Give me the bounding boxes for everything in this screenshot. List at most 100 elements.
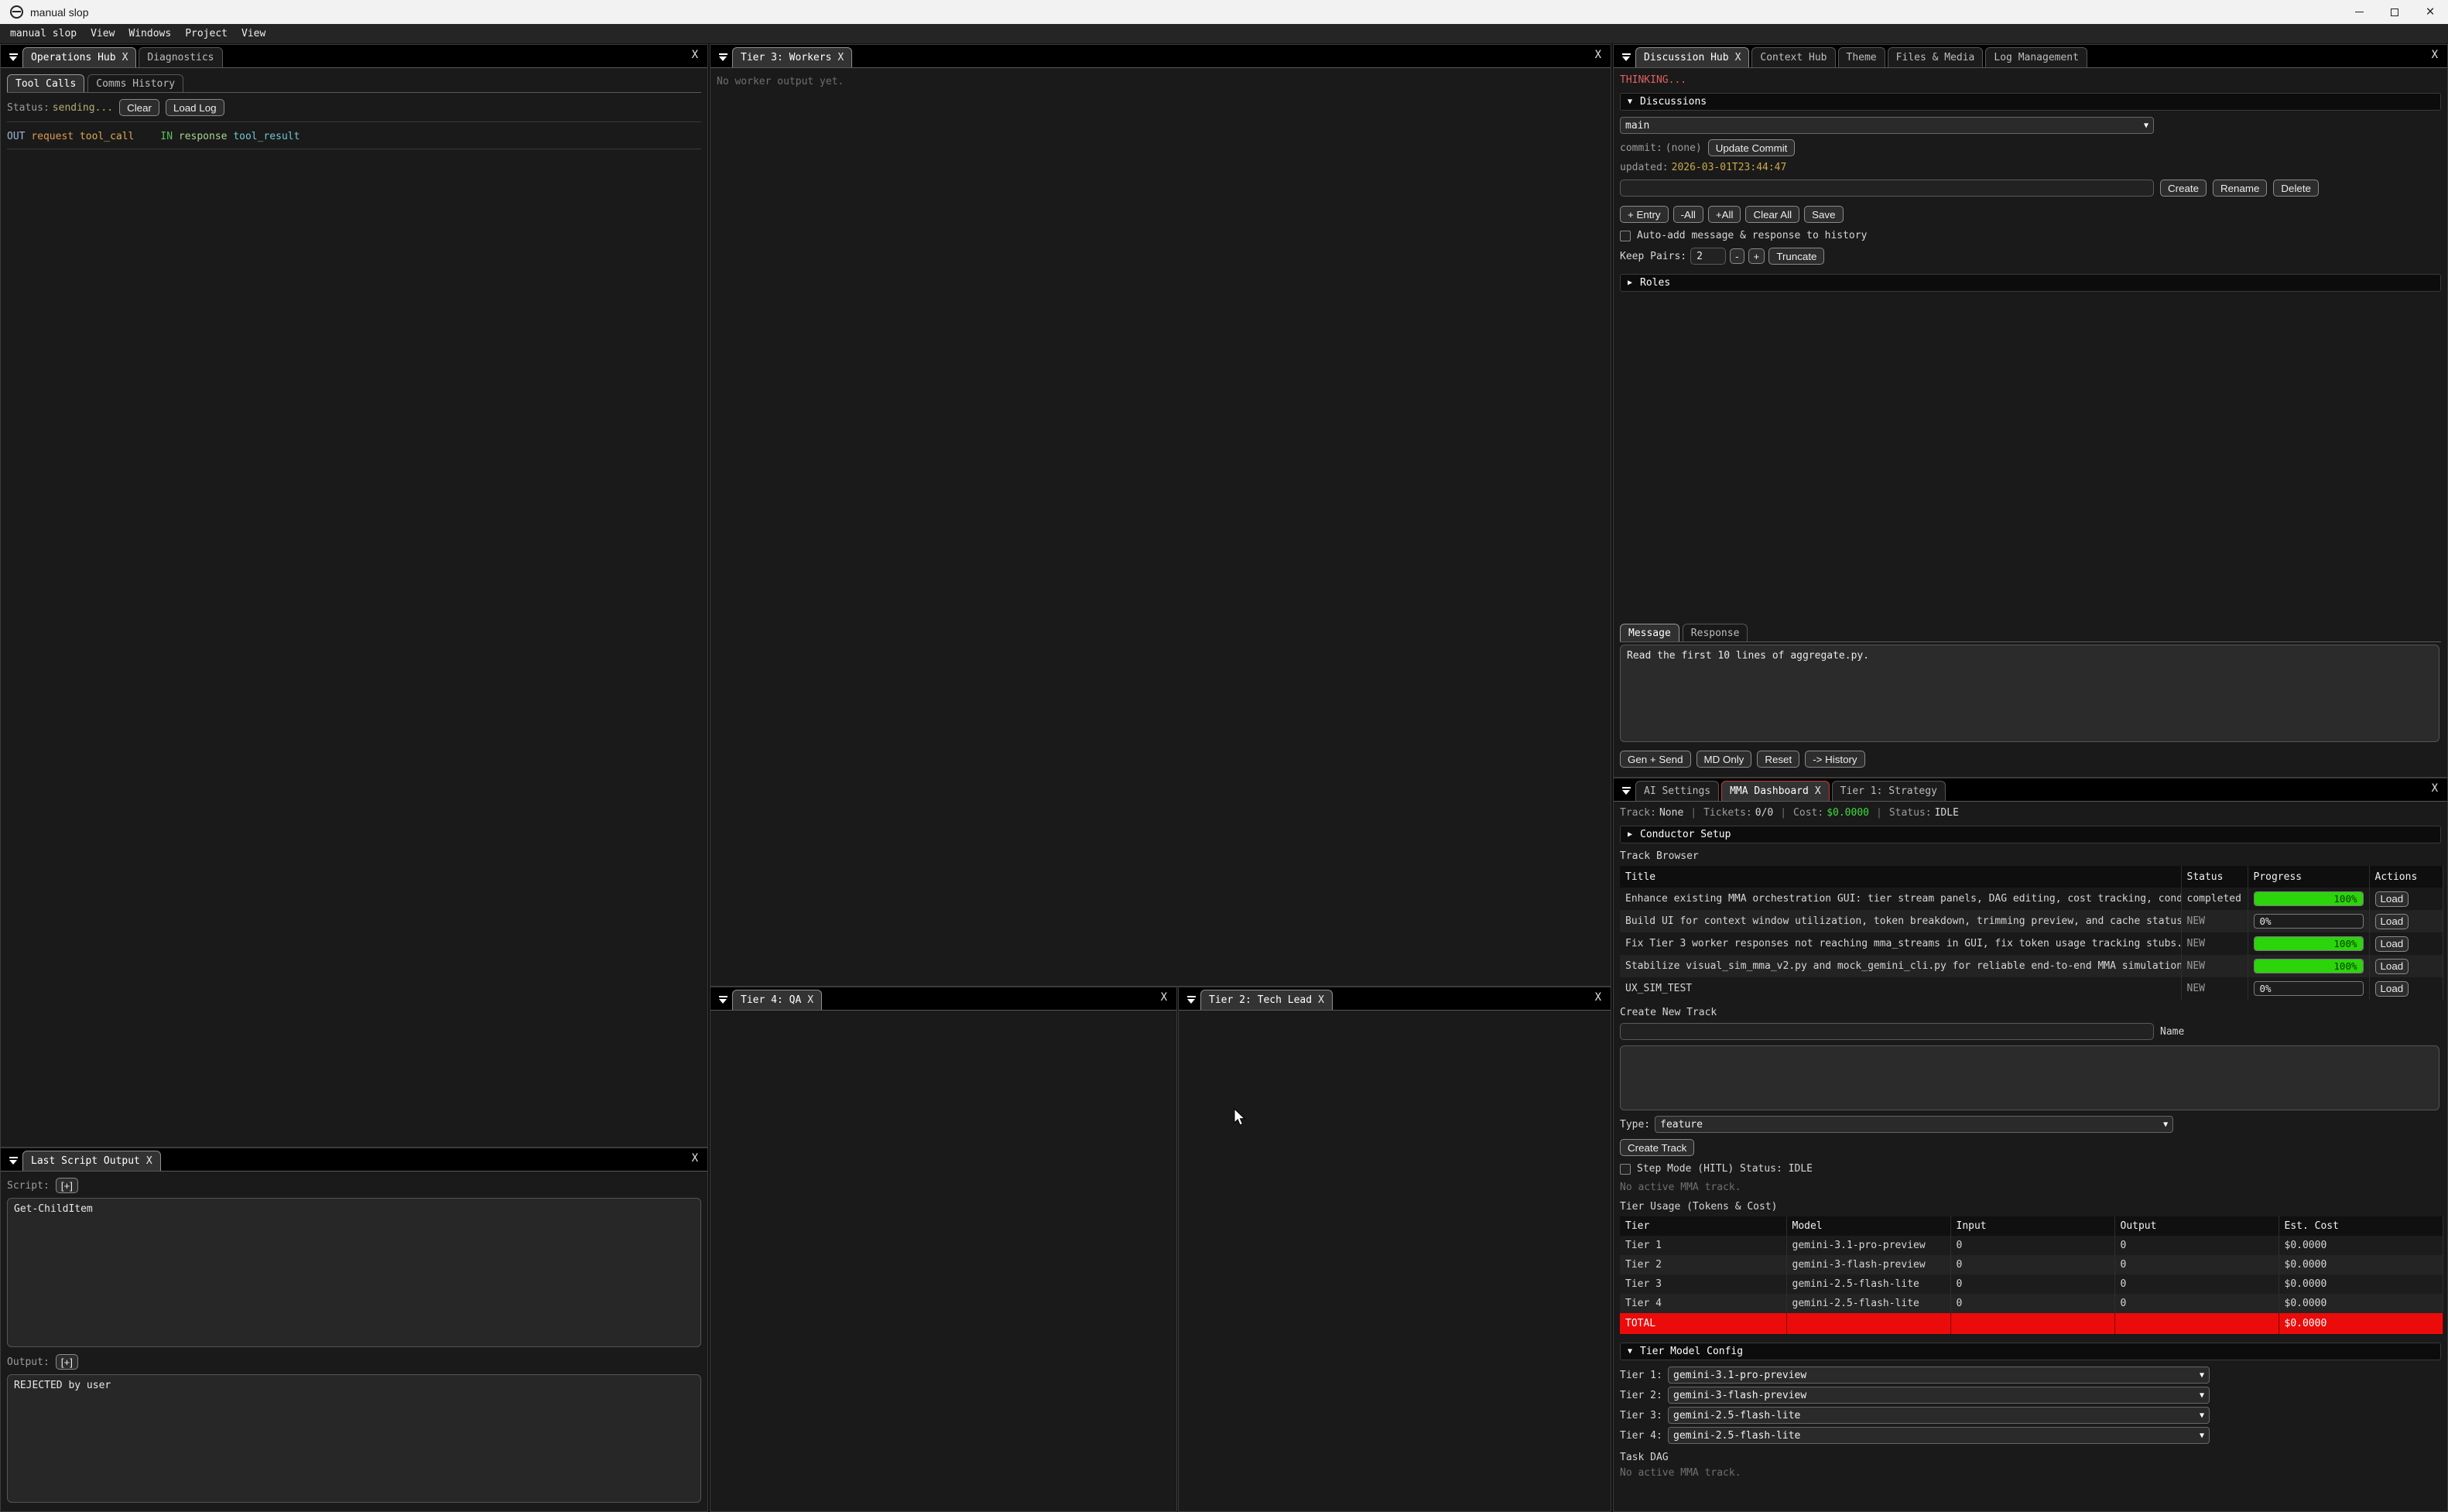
tab-close-icon[interactable]: X (1735, 52, 1741, 63)
tier3-model-select[interactable]: gemini-2.5-flash-lite ▼ (1668, 1407, 2210, 1424)
tab-operations-hub[interactable]: Operations Hub X (22, 47, 136, 67)
load-button[interactable]: Load (2375, 981, 2409, 997)
menu-manual-slop[interactable]: manual slop (3, 28, 84, 39)
dock-icon[interactable] (1617, 787, 1635, 795)
panel-close-icon[interactable]: X (1161, 991, 1167, 1004)
gen-send-button[interactable]: Gen + Send (1620, 751, 1691, 768)
to-history-button[interactable]: -> History (1805, 751, 1864, 768)
track-row[interactable]: UX_SIM_TEST NEW 0% Load (1620, 977, 2443, 1000)
output-expand-button[interactable]: [+] (56, 1354, 78, 1370)
tab-log-management[interactable]: Log Management (1985, 47, 2087, 67)
add-entry-button[interactable]: + Entry (1620, 206, 1669, 223)
tab-tier3-workers[interactable]: Tier 3: Workers X (732, 47, 852, 67)
maximize-button[interactable] (2377, 0, 2412, 24)
tier2-model-select[interactable]: gemini-3-flash-preview ▼ (1668, 1387, 2210, 1404)
decrement-button[interactable]: - (1730, 248, 1744, 264)
dock-icon[interactable] (1617, 53, 1635, 61)
load-button[interactable]: Load (2375, 959, 2409, 974)
progress-bar: 100% (2254, 959, 2364, 973)
track-description-textarea[interactable] (1620, 1045, 2439, 1110)
panel-close-icon[interactable]: X (692, 49, 698, 61)
message-textarea[interactable]: Read the first 10 lines of aggregate.py. (1620, 645, 2439, 742)
track-row[interactable]: Fix Tier 3 worker responses not reaching… (1620, 932, 2443, 955)
tab-response[interactable]: Response (1683, 624, 1748, 641)
panel-close-icon[interactable]: X (2432, 782, 2438, 795)
track-row[interactable]: Enhance existing MMA orchestration GUI: … (1620, 888, 2443, 910)
menu-windows[interactable]: Windows (122, 28, 178, 39)
truncate-button[interactable]: Truncate (1768, 248, 1824, 265)
dock-icon[interactable] (714, 53, 732, 61)
script-textarea[interactable]: Get-ChildItem (7, 1198, 701, 1347)
discussion-name-input[interactable] (1620, 180, 2154, 197)
load-button[interactable]: Load (2375, 914, 2409, 929)
tab-close-icon[interactable]: X (837, 52, 844, 63)
dock-icon[interactable] (714, 996, 732, 1004)
md-only-button[interactable]: MD Only (1696, 751, 1752, 768)
tab-message[interactable]: Message (1620, 624, 1679, 641)
panel-close-icon[interactable]: X (2432, 49, 2438, 61)
dock-icon[interactable] (4, 53, 22, 61)
discussion-select[interactable]: main ▼ (1620, 117, 2154, 134)
rename-button[interactable]: Rename (2213, 180, 2267, 197)
menu-project[interactable]: Project (178, 28, 235, 39)
tab-tier4-qa[interactable]: Tier 4: QA X (732, 990, 822, 1010)
update-commit-button[interactable]: Update Commit (1708, 139, 1796, 156)
tab-close-icon[interactable]: X (1815, 785, 1821, 797)
tab-tier1-strategy[interactable]: Tier 1: Strategy (1832, 781, 1946, 801)
tab-close-icon[interactable]: X (1318, 994, 1324, 1006)
tab-tool-calls[interactable]: Tool Calls (7, 74, 84, 92)
load-log-button[interactable]: Load Log (166, 99, 224, 116)
tab-context-hub[interactable]: Context Hub (1751, 47, 1835, 67)
minimize-button[interactable] (2341, 0, 2377, 24)
tab-ai-settings[interactable]: AI Settings (1635, 781, 1719, 801)
discussions-section-header[interactable]: ▼ Discussions (1620, 93, 2441, 111)
roles-section-header[interactable]: ▶ Roles (1620, 274, 2441, 292)
load-button[interactable]: Load (2375, 936, 2409, 952)
close-window-button[interactable]: × (2412, 0, 2448, 24)
usage-row: Tier 4 gemini-2.5-flash-lite 0 0 $0.0000 (1620, 1294, 2443, 1313)
tab-close-icon[interactable]: X (807, 994, 813, 1006)
tool-call-log-row[interactable]: OUT request tool_call IN response tool_r… (7, 131, 701, 142)
tab-files-media[interactable]: Files & Media (1888, 47, 1984, 67)
track-name-input[interactable] (1620, 1023, 2154, 1040)
output-textarea[interactable]: REJECTED by user (7, 1374, 701, 1503)
tab-tier2-techlead[interactable]: Tier 2: Tech Lead X (1200, 990, 1333, 1010)
tab-theme[interactable]: Theme (1838, 47, 1885, 67)
dock-icon[interactable] (4, 1157, 22, 1165)
panel-close-icon[interactable]: X (1595, 49, 1601, 61)
tab-diagnostics[interactable]: Diagnostics (139, 47, 222, 67)
track-row[interactable]: Stabilize visual_sim_mma_v2.py and mock_… (1620, 955, 2443, 977)
minus-all-button[interactable]: -All (1673, 206, 1703, 223)
conductor-setup-header[interactable]: ▶ Conductor Setup (1620, 826, 2441, 843)
create-track-button[interactable]: Create Track (1620, 1139, 1694, 1156)
track-row[interactable]: Build UI for context window utilization,… (1620, 910, 2443, 932)
tier-model-config-header[interactable]: ▼ Tier Model Config (1620, 1343, 2441, 1360)
clear-button[interactable]: Clear (119, 99, 159, 116)
panel-close-icon[interactable]: X (1595, 991, 1601, 1004)
tab-last-script-output[interactable]: Last Script Output X (22, 1151, 161, 1171)
panel-close-icon[interactable]: X (692, 1152, 698, 1165)
create-button[interactable]: Create (2160, 180, 2207, 197)
tier4-model-select[interactable]: gemini-2.5-flash-lite ▼ (1668, 1427, 2210, 1444)
tab-close-icon[interactable]: X (146, 1155, 152, 1167)
tab-discussion-hub[interactable]: Discussion Hub X (1635, 47, 1749, 67)
tab-mma-dashboard[interactable]: MMA Dashboard X (1721, 781, 1830, 801)
save-button[interactable]: Save (1804, 206, 1843, 223)
increment-button[interactable]: + (1748, 248, 1765, 264)
autoadd-checkbox[interactable] (1620, 231, 1631, 241)
script-expand-button[interactable]: [+] (56, 1178, 78, 1193)
plus-all-button[interactable]: +All (1708, 206, 1741, 223)
clear-all-button[interactable]: Clear All (1745, 206, 1799, 223)
tab-comms-history[interactable]: Comms History (87, 74, 183, 92)
track-type-select[interactable]: feature ▼ (1655, 1116, 2173, 1133)
step-mode-checkbox[interactable] (1620, 1164, 1631, 1175)
menu-view[interactable]: View (84, 28, 122, 39)
reset-button[interactable]: Reset (1757, 751, 1799, 768)
delete-button[interactable]: Delete (2273, 180, 2319, 197)
tab-close-icon[interactable]: X (122, 52, 128, 63)
keep-pairs-input[interactable] (1690, 248, 1726, 265)
menu-view-2[interactable]: View (235, 28, 272, 39)
dock-icon[interactable] (1182, 996, 1200, 1004)
load-button[interactable]: Load (2375, 891, 2409, 907)
tier1-model-select[interactable]: gemini-3.1-pro-preview ▼ (1668, 1367, 2210, 1384)
